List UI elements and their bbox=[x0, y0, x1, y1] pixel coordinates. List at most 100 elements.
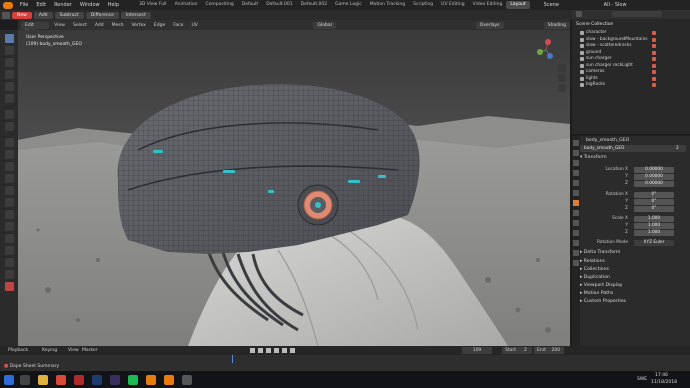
play-icon[interactable] bbox=[274, 348, 279, 353]
end-frame-field[interactable]: End 200 bbox=[534, 347, 564, 354]
cursor-tool-icon[interactable] bbox=[5, 46, 14, 55]
custom-properties-section[interactable]: ▸ Custom Properties bbox=[580, 299, 626, 304]
outliner-row[interactable]: slow - scatteredrocks bbox=[572, 43, 690, 49]
vp-menu-select[interactable]: Select bbox=[70, 23, 90, 28]
menu-window[interactable]: Window bbox=[76, 2, 104, 8]
next-keyframe-icon[interactable] bbox=[282, 348, 287, 353]
transform-section-header[interactable]: ▾ Transform bbox=[580, 155, 607, 160]
jump-start-icon[interactable] bbox=[250, 348, 255, 353]
scale-z-field[interactable]: 1.000 bbox=[634, 230, 674, 236]
clock-time[interactable]: 17:46 bbox=[655, 373, 668, 378]
start-frame-field[interactable]: Start 2 bbox=[502, 347, 532, 354]
jump-end-icon[interactable] bbox=[290, 348, 295, 353]
viewport-nav-buttons[interactable] bbox=[558, 64, 566, 92]
timeline-track[interactable] bbox=[0, 355, 690, 363]
blender-taskbar-icon[interactable] bbox=[146, 375, 156, 385]
boolean-difference-button[interactable]: Difference bbox=[85, 11, 119, 19]
spotify-icon[interactable] bbox=[128, 375, 138, 385]
keyboard-language[interactable]: SWE bbox=[637, 377, 647, 382]
marker-menu[interactable]: Marker bbox=[82, 348, 98, 353]
vp-menu-vertex[interactable]: Vertex bbox=[128, 23, 148, 28]
viewport-display-section[interactable]: ▸ Viewport Display bbox=[580, 283, 623, 288]
location-x-field[interactable]: 0.00000 bbox=[634, 167, 674, 173]
knife-tool-icon[interactable] bbox=[5, 186, 14, 195]
filter-icon[interactable] bbox=[652, 76, 656, 81]
outliner-row[interactable]: sun charger bbox=[572, 56, 690, 62]
loopcut-tool-icon[interactable] bbox=[5, 174, 14, 183]
workspace-tab-layout[interactable]: Layout bbox=[506, 1, 530, 9]
workspace-tab[interactable]: Animation bbox=[171, 1, 202, 9]
data-name-field[interactable]: body_smooth_GEO 2 bbox=[580, 145, 686, 152]
start-menu-icon[interactable] bbox=[4, 375, 14, 385]
workspace-tab[interactable]: Game Logic bbox=[331, 1, 366, 9]
render-tab-icon[interactable] bbox=[573, 150, 579, 156]
checkbox-icon[interactable] bbox=[580, 70, 584, 74]
vp-menu-face[interactable]: Face bbox=[170, 23, 186, 28]
select-tool-icon[interactable] bbox=[5, 34, 14, 43]
bevel-tool-icon[interactable] bbox=[5, 162, 14, 171]
rotation-x-field[interactable]: 0° bbox=[634, 192, 674, 198]
boolean-subtract-button[interactable]: Subtract bbox=[54, 11, 84, 19]
measure-tool-icon[interactable] bbox=[5, 122, 14, 131]
workspace-tab[interactable]: Motion Tracking bbox=[366, 1, 409, 9]
vp-menu-uv[interactable]: UV bbox=[188, 23, 200, 28]
vp-menu-edge[interactable]: Edge bbox=[151, 23, 168, 28]
workspace-tab[interactable]: Default.002 bbox=[297, 1, 331, 9]
rotate-tool-icon[interactable] bbox=[5, 70, 14, 79]
annotate-tool-icon[interactable] bbox=[5, 110, 14, 119]
app-icon-2[interactable] bbox=[182, 375, 192, 385]
view-menu[interactable]: View bbox=[68, 348, 79, 353]
outliner-row[interactable]: character bbox=[572, 30, 690, 36]
outliner-row[interactable]: slow - backgroundMountains bbox=[572, 37, 690, 43]
mode-dropdown[interactable]: Edit Mode bbox=[21, 21, 50, 35]
3d-viewport[interactable]: User Perspective (109) body_smooth_GEO bbox=[18, 30, 570, 346]
boolean-tool-icon[interactable] bbox=[5, 282, 14, 291]
keying-menu[interactable]: Keying bbox=[42, 348, 57, 353]
rip-tool-icon[interactable] bbox=[5, 270, 14, 279]
menu-render[interactable]: Render bbox=[50, 2, 76, 8]
menu-edit[interactable]: Edit bbox=[32, 2, 50, 8]
outliner-search-input[interactable] bbox=[612, 11, 662, 17]
workspace-tab[interactable]: Compositing bbox=[202, 1, 238, 9]
premiere-icon[interactable] bbox=[110, 375, 120, 385]
filter-icon[interactable] bbox=[652, 37, 656, 42]
relations-section[interactable]: ▸ Relations bbox=[580, 259, 605, 264]
outliner-editor-icon[interactable] bbox=[576, 11, 582, 17]
rotation-y-field[interactable]: 0° bbox=[634, 199, 674, 205]
boolean-add-button[interactable]: Add bbox=[33, 11, 53, 19]
file-explorer-icon[interactable] bbox=[38, 375, 48, 385]
shear-tool-icon[interactable] bbox=[5, 258, 14, 267]
filter-icon[interactable] bbox=[652, 70, 656, 74]
move-tool-icon[interactable] bbox=[5, 58, 14, 67]
blender-logo-icon[interactable] bbox=[3, 1, 13, 9]
transform-tool-icon[interactable] bbox=[5, 94, 14, 103]
filter-icon[interactable] bbox=[652, 44, 656, 48]
menu-file[interactable]: File bbox=[16, 2, 32, 8]
prev-keyframe-icon[interactable] bbox=[258, 348, 263, 353]
checkbox-icon[interactable] bbox=[580, 63, 584, 68]
duplication-section[interactable]: ▸ Duplication bbox=[580, 275, 610, 280]
outliner-row[interactable]: bigRocks bbox=[572, 82, 690, 88]
scale-tool-icon[interactable] bbox=[5, 82, 14, 91]
delta-transform-section[interactable]: ▸ Delta Transform bbox=[580, 250, 620, 255]
filter-icon[interactable] bbox=[652, 50, 656, 55]
scale-y-field[interactable]: 1.000 bbox=[634, 223, 674, 229]
outliner-row[interactable]: cameras bbox=[572, 69, 690, 75]
data-tab-icon[interactable] bbox=[573, 250, 579, 256]
edge-slide-tool-icon[interactable] bbox=[5, 234, 14, 243]
workspace-tab[interactable]: Default.001 bbox=[262, 1, 296, 9]
orientation-dropdown[interactable]: Global bbox=[313, 21, 336, 29]
playback-menu[interactable]: Playback bbox=[8, 348, 28, 353]
motion-paths-section[interactable]: ▸ Motion Paths bbox=[580, 291, 613, 296]
current-frame-field[interactable]: 109 bbox=[462, 347, 492, 354]
material-tab-icon[interactable] bbox=[573, 260, 579, 266]
location-y-field[interactable]: 0.00000 bbox=[634, 174, 674, 180]
blender-taskbar-icon-2[interactable] bbox=[164, 375, 174, 385]
workspace-tab[interactable]: Default bbox=[238, 1, 262, 9]
rotation-mode-dropdown[interactable]: XYZ Euler bbox=[634, 240, 674, 246]
smooth-tool-icon[interactable] bbox=[5, 222, 14, 231]
checkbox-icon[interactable] bbox=[580, 76, 584, 81]
play-reverse-icon[interactable] bbox=[266, 348, 271, 353]
workspace-tab[interactable]: Scripting bbox=[409, 1, 437, 9]
workspace-tab[interactable]: Video Editing bbox=[469, 1, 507, 9]
